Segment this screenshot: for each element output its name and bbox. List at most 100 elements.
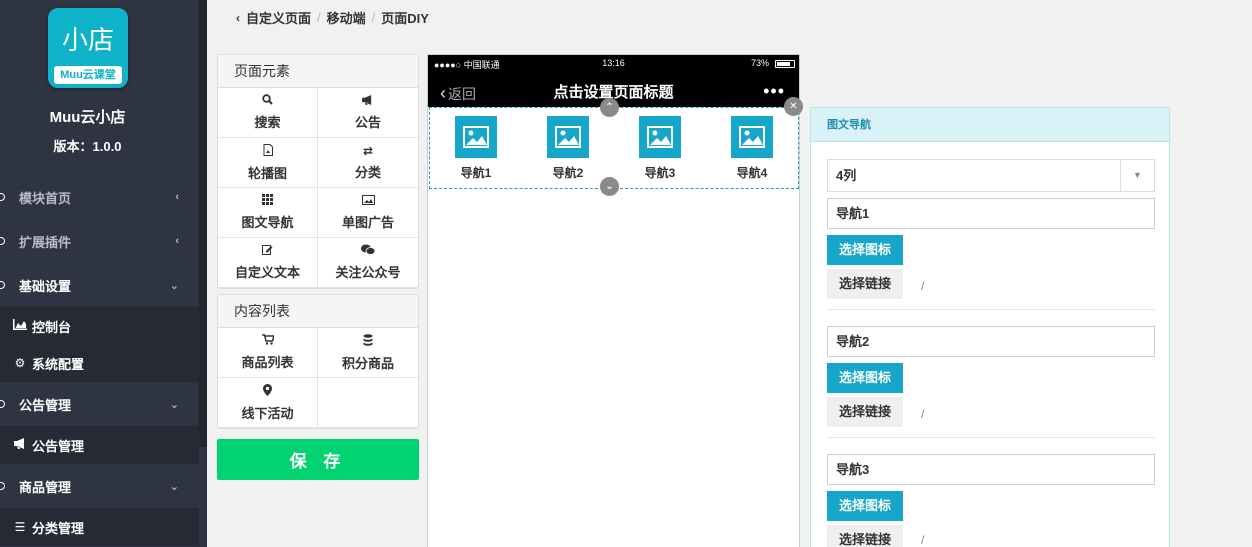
menu-label: 公告管理 [19,397,72,413]
element-label: 图文导航 [241,215,294,230]
menu-notice-mgmt[interactable]: 公告管理 ⌄ [0,384,199,424]
picture-icon [361,194,375,208]
edit-icon [262,244,273,258]
panel-title: 内容列表 [218,295,418,328]
nav-label: 导航4 [736,166,768,180]
nav-name-input[interactable]: 导航2 [827,326,1155,357]
element-follow-wechat[interactable]: 关注公众号 [318,238,418,288]
app-version: 版本：1.0.0 [53,139,122,154]
bullhorn-icon [12,438,28,452]
more-icon[interactable]: ••• [763,81,785,102]
nav-name-input[interactable]: 导航1 [827,198,1155,229]
image-nav-module[interactable]: 导航1 导航2 导航3 导航4 [429,107,799,189]
panel-title: 页面元素 [218,55,418,88]
breadcrumb-current: 页面DIY [381,11,429,26]
element-label: 公告 [354,115,381,130]
menu-notice-mgmt-sub[interactable]: 公告管理 [0,426,199,464]
settings-title: 图文导航 [811,108,1169,142]
select-value: 4列 [836,168,857,183]
logo-text: 小店 [61,26,114,56]
menu-goods-mgmt[interactable]: 商品管理 ⌄ [0,466,199,506]
phone-preview: ●●●●○ 中国联通 13:16 73% ‹ 返回 点击设置页面标题 ••• 导… [427,54,803,547]
menu-label: 分类管理 [32,520,85,536]
menu-label: 扩展插件 [19,234,72,250]
menu-system-config[interactable]: ⚙ 系统配置 [0,344,199,382]
chevron-left-icon: ‹ [236,10,240,25]
content-label: 积分商品 [341,355,394,371]
nav-entry[interactable]: 导航3 [630,116,690,181]
content-points-goods[interactable]: 积分商品 [318,328,418,378]
menu-label: 系统配置 [32,356,85,372]
element-label: 分类 [354,165,381,180]
columns-select[interactable]: 4列 ▼ [827,159,1155,192]
menu-console[interactable]: 控制台 [0,307,199,345]
nav-entry[interactable]: 导航1 [446,116,506,181]
gears-icon: ⚙ [14,356,26,370]
nav-name-input[interactable]: 导航3 [827,454,1155,485]
bullhorn-icon [362,94,374,108]
element-category[interactable]: ⇄ 分类 [318,138,418,188]
menu-basic-settings[interactable]: 基础设置 ⌄ [0,265,199,305]
image-placeholder-icon [639,116,681,158]
choose-link-button[interactable]: 选择链接 [827,397,903,427]
status-battery-text: 73% [750,58,769,68]
element-single-ad[interactable]: 单图广告 [318,188,418,238]
search-icon [262,94,273,108]
element-label: 单图广告 [341,215,394,230]
menu-label: 基础设置 [19,278,72,294]
divider [827,437,1155,438]
chevron-down-icon: ⌄ [169,279,179,292]
circle-icon [0,237,5,245]
breadcrumb: ‹ 自定义页面 / 移动端 / 页面DIY [236,8,429,27]
page-elements-panel: 页面元素 搜索 公告 轮播图 ⇄ 分类 图文导航 单图广告 自定义文本 关注公众… [217,54,419,289]
content-label: 商品列表 [241,355,294,370]
element-notice[interactable]: 公告 [318,88,418,138]
breadcrumb-item[interactable]: 自定义页面 [246,8,311,27]
nav-entry[interactable]: 导航2 [538,116,598,181]
element-search[interactable]: 搜索 [218,88,318,138]
list-icon: ☰ [14,520,26,534]
choose-icon-button[interactable]: 选择图标 [827,491,903,521]
settings-panel: 图文导航 4列 ▼ 导航1 选择图标 选择链接 / 导航2 选择图标 选择链接 … [810,107,1170,547]
link-value: / [921,279,925,293]
menu-module-home[interactable]: 模块首页 ‹ [0,177,199,217]
nav-label: 导航1 [460,166,492,180]
breadcrumb-item[interactable]: 移动端 [327,8,366,27]
element-label: 轮播图 [247,165,287,181]
nav-label: 导航2 [552,166,584,180]
map-marker-icon [263,383,272,399]
move-down-icon[interactable]: ⌄ [600,177,619,196]
divider [827,309,1155,310]
element-image-nav[interactable]: 图文导航 [218,188,318,238]
choose-icon-button[interactable]: 选择图标 [827,235,903,265]
image-placeholder-icon [547,116,589,158]
content-offline-activity[interactable]: 线下活动 [218,378,318,428]
save-button[interactable]: 保 存 [217,439,419,480]
element-carousel[interactable]: 轮播图 [218,138,318,188]
app-name: Muu云小店 [49,109,126,126]
sidebar-scrollbar[interactable] [199,0,207,447]
menu-label: 模块首页 [19,190,72,206]
element-label: 自定义文本 [234,265,300,280]
database-icon [363,333,373,349]
area-chart-icon [12,319,28,333]
content-goods-list[interactable]: 商品列表 [218,328,318,378]
status-time: 13:16 [602,58,625,68]
choose-icon-button[interactable]: 选择图标 [827,363,903,393]
image-placeholder-icon [731,116,773,158]
move-up-icon[interactable]: ⌃ [600,98,619,117]
breadcrumb-separator: / [317,10,321,25]
choose-link-button[interactable]: 选择链接 [827,269,903,299]
menu-category-mgmt[interactable]: ☰ 分类管理 [0,508,199,546]
file-image-icon [263,143,273,159]
chevron-down-icon: ⌄ [169,398,179,411]
element-label: 搜索 [254,115,281,130]
close-icon[interactable]: ✕ [784,97,803,116]
menu-ext-plugins[interactable]: 扩展插件 ‹ [0,221,199,261]
empty-cell [318,378,418,428]
element-custom-text[interactable]: 自定义文本 [218,238,318,288]
nav-entry[interactable]: 导航4 [722,116,782,181]
circle-icon [0,400,5,408]
exchange-icon: ⇄ [362,144,374,158]
choose-link-button[interactable]: 选择链接 [827,525,903,547]
